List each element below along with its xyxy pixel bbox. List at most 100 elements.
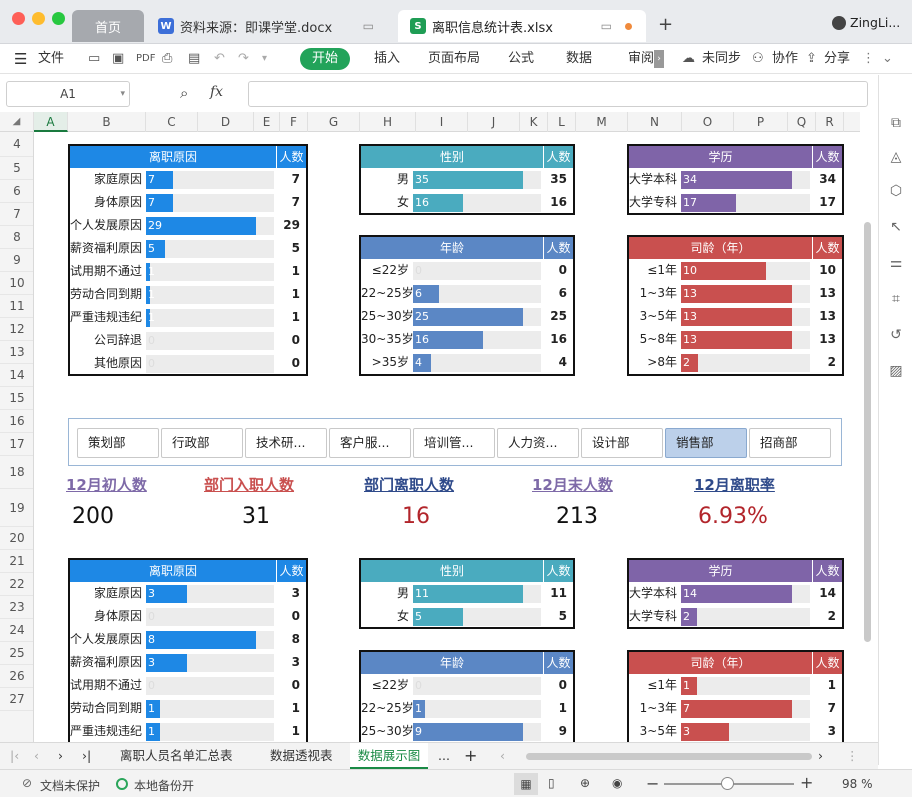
- menu-icon[interactable]: ☰: [14, 44, 27, 74]
- open-folder-icon[interactable]: ▭: [88, 44, 100, 74]
- row-header[interactable]: 24: [0, 619, 33, 642]
- column-header[interactable]: O: [682, 112, 734, 132]
- column-header[interactable]: L: [548, 112, 576, 132]
- ribbon-tab-start[interactable]: 开始: [300, 48, 351, 70]
- sheet-tab[interactable]: 数据透视表: [270, 743, 333, 769]
- column-header[interactable]: E: [254, 112, 280, 132]
- row-header[interactable]: 20: [0, 527, 33, 550]
- collab-button[interactable]: 协作: [772, 44, 798, 74]
- column-header[interactable]: M: [576, 112, 628, 132]
- column-header[interactable]: C: [146, 112, 198, 132]
- zoom-search-icon[interactable]: ⌕: [180, 84, 188, 102]
- row-header[interactable]: 15: [0, 387, 33, 410]
- row-header[interactable]: 22: [0, 573, 33, 596]
- row-header[interactable]: 13: [0, 341, 33, 364]
- formula-input[interactable]: [248, 81, 868, 107]
- column-header[interactable]: Q: [788, 112, 816, 132]
- row-header[interactable]: 19: [0, 489, 33, 527]
- paint-icon[interactable]: ◬: [887, 149, 905, 167]
- sync-status[interactable]: 未同步: [702, 44, 741, 74]
- add-sheet-button[interactable]: +: [464, 743, 477, 769]
- select-all-corner[interactable]: ◢: [0, 112, 34, 132]
- first-sheet-icon[interactable]: |‹: [10, 743, 19, 769]
- new-tab-button[interactable]: +: [658, 14, 673, 35]
- row-header[interactable]: 7: [0, 203, 33, 226]
- row-header[interactable]: 8: [0, 226, 33, 249]
- row-header[interactable]: 25: [0, 642, 33, 665]
- shapes-icon[interactable]: ⧉: [887, 115, 905, 133]
- row-header[interactable]: 18: [0, 456, 33, 489]
- row-header[interactable]: 14: [0, 364, 33, 387]
- scroll-thumb[interactable]: [864, 222, 871, 642]
- crop-icon[interactable]: ⌗: [887, 291, 905, 309]
- zoom-level[interactable]: 98 %: [842, 777, 873, 791]
- ribbon-tab-insert[interactable]: 插入: [374, 44, 400, 74]
- close-window-button[interactable]: [12, 12, 25, 25]
- row-header[interactable]: 9: [0, 249, 33, 272]
- page-view-icon[interactable]: ▯: [548, 776, 555, 790]
- eye-protect-icon[interactable]: ◉: [612, 776, 622, 790]
- pdf-icon[interactable]: PDF: [136, 44, 155, 74]
- vertical-scrollbar[interactable]: [860, 132, 878, 742]
- column-header[interactable]: R: [816, 112, 844, 132]
- print-icon[interactable]: ⎙: [162, 44, 172, 74]
- ribbon-tab-formula[interactable]: 公式: [508, 44, 534, 74]
- column-header[interactable]: J: [468, 112, 520, 132]
- row-header[interactable]: 12: [0, 318, 33, 341]
- ribbon-scroll-icon[interactable]: ›: [654, 50, 664, 68]
- slicer-item-selected[interactable]: 销售部: [665, 428, 747, 458]
- tab-home[interactable]: 首页: [72, 10, 144, 42]
- image-icon[interactable]: ▨: [887, 363, 905, 381]
- column-header[interactable]: B: [68, 112, 146, 132]
- slicer-item[interactable]: 人力资...: [497, 428, 579, 458]
- slicer-item[interactable]: 技术研...: [245, 428, 327, 458]
- row-header[interactable]: 5: [0, 157, 33, 180]
- prev-sheet-icon[interactable]: ‹: [34, 743, 39, 769]
- row-header[interactable]: 16: [0, 410, 33, 433]
- slicer-item[interactable]: 设计部: [581, 428, 663, 458]
- column-header[interactable]: H: [360, 112, 416, 132]
- column-header[interactable]: G: [308, 112, 360, 132]
- history-icon[interactable]: ↺: [887, 327, 905, 345]
- split-handle-icon[interactable]: ⋮: [846, 743, 859, 769]
- pointer-icon[interactable]: ↖: [887, 219, 905, 237]
- hexagon-icon[interactable]: ⬡: [887, 183, 905, 201]
- zoom-out-button[interactable]: −: [646, 774, 659, 793]
- sliders-icon[interactable]: ⚌: [887, 255, 905, 273]
- row-header[interactable]: 21: [0, 550, 33, 573]
- redo-icon[interactable]: ↷: [238, 44, 249, 74]
- horizontal-scrollbar[interactable]: [526, 753, 812, 760]
- column-header[interactable]: N: [628, 112, 682, 132]
- function-icon[interactable]: fx: [210, 84, 223, 100]
- tab-xlsx[interactable]: S 离职信息统计表.xlsx ▭: [398, 10, 646, 42]
- sheet-tab-active[interactable]: 数据展示图: [350, 743, 428, 769]
- ribbon-tab-review[interactable]: 审阅: [628, 44, 654, 74]
- column-header[interactable]: P: [734, 112, 788, 132]
- undo-icon[interactable]: ↶: [214, 44, 225, 74]
- more-sheets-button[interactable]: ...: [438, 743, 450, 769]
- row-header[interactable]: 17: [0, 433, 33, 456]
- slicer-item[interactable]: 客户服...: [329, 428, 411, 458]
- collapse-ribbon-icon[interactable]: ⌄: [882, 44, 893, 74]
- protect-status[interactable]: 文档未保护: [40, 777, 100, 794]
- minimize-window-button[interactable]: [32, 12, 45, 25]
- row-header[interactable]: 23: [0, 596, 33, 619]
- slicer-item[interactable]: 策划部: [77, 428, 159, 458]
- column-header[interactable]: I: [416, 112, 468, 132]
- column-header[interactable]: K: [520, 112, 548, 132]
- share-button[interactable]: 分享: [824, 44, 850, 74]
- dropdown-icon[interactable]: ▾: [262, 44, 267, 74]
- file-menu[interactable]: 文件: [38, 44, 64, 74]
- ribbon-tab-data[interactable]: 数据: [566, 44, 592, 74]
- tab-docx[interactable]: W 资料来源：即课学堂.docx ▭: [146, 10, 392, 42]
- column-header[interactable]: A: [34, 112, 68, 132]
- slicer-item[interactable]: 培训管...: [413, 428, 495, 458]
- page-break-icon[interactable]: ⊕: [580, 776, 590, 790]
- row-header[interactable]: 11: [0, 295, 33, 318]
- scroll-left-icon[interactable]: ‹: [500, 743, 505, 769]
- last-sheet-icon[interactable]: ›|: [82, 743, 91, 769]
- save-icon[interactable]: ▣: [112, 44, 124, 74]
- avatar[interactable]: [832, 16, 846, 30]
- row-header[interactable]: 6: [0, 180, 33, 203]
- ribbon-tab-layout[interactable]: 页面布局: [428, 44, 480, 74]
